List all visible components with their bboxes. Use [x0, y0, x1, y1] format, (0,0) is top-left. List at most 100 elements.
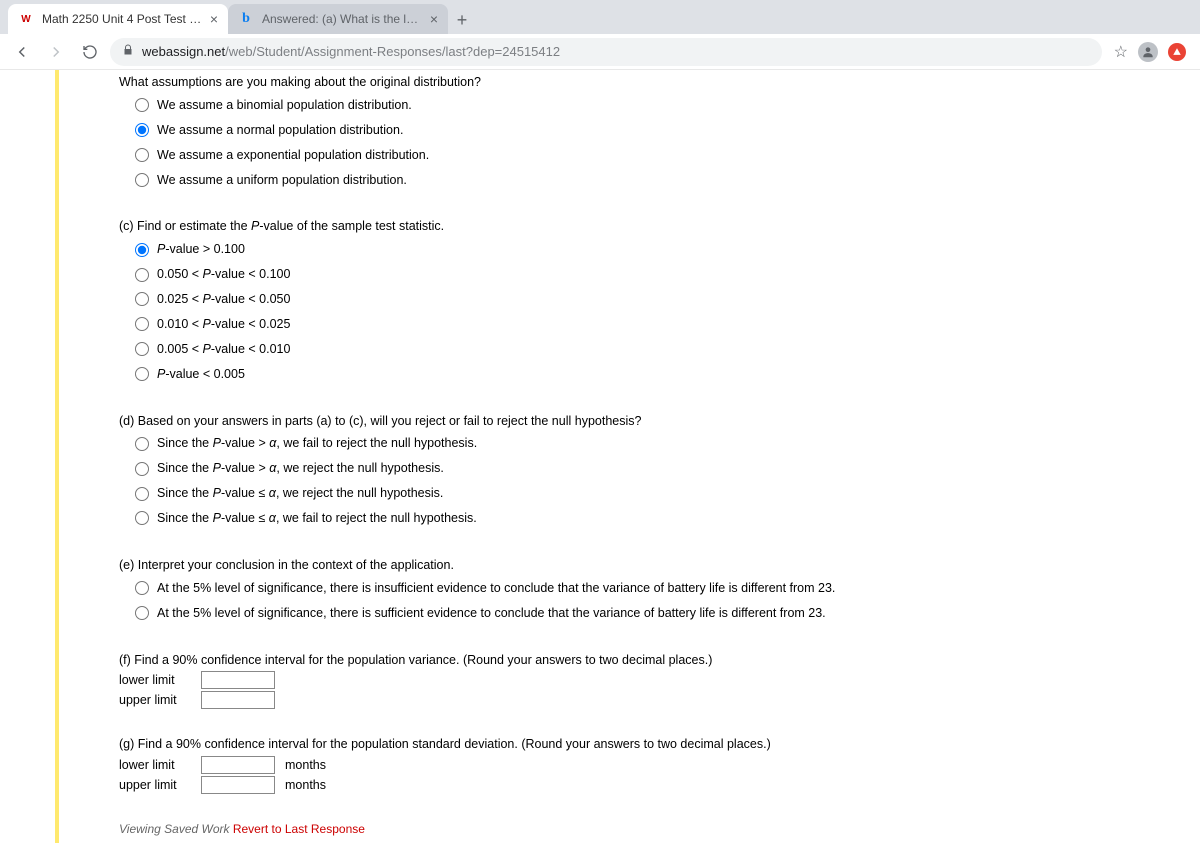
reload-button[interactable] [76, 38, 104, 66]
question-prompt: (g) Find a 90% confidence interval for t… [119, 736, 1200, 753]
radio-uniform[interactable] [135, 173, 149, 187]
radio-option[interactable]: 0.005 < P-value < 0.010 [119, 337, 1200, 362]
radio-option[interactable]: Since the P-value ≤ α, we reject the nul… [119, 481, 1200, 506]
unit-label: months [285, 777, 326, 794]
saved-work-footer: Viewing Saved Work Revert to Last Respon… [119, 805, 1200, 837]
upper-limit-label: upper limit [119, 777, 191, 794]
page-viewport: What assumptions are you making about th… [0, 70, 1200, 843]
url-path: /web/Student/Assignment-Responses/last?d… [225, 44, 560, 59]
radio-option[interactable]: Since the P-value > α, we reject the nul… [119, 456, 1200, 481]
viewing-saved-work-label: Viewing Saved Work [119, 822, 233, 836]
question-prompt: (c) Find or estimate the P-value of the … [119, 218, 1200, 235]
radio-pvalue-lt-005[interactable] [135, 367, 149, 381]
option-label: P-value > 0.100 [157, 241, 245, 258]
question-g: (g) Find a 90% confidence interval for t… [119, 736, 1200, 795]
radio-binomial[interactable] [135, 98, 149, 112]
option-label: At the 5% level of significance, there i… [157, 580, 835, 597]
option-label: We assume a normal population distributi… [157, 122, 403, 139]
radio-option[interactable]: At the 5% level of significance, there i… [119, 601, 1200, 626]
tab-bartleby[interactable]: b Answered: (a) What is the leve × [228, 4, 448, 34]
close-icon[interactable]: × [430, 12, 438, 26]
question-e: (e) Interpret your conclusion in the con… [119, 557, 1200, 626]
radio-exponential[interactable] [135, 148, 149, 162]
upper-limit-row: upper limit [119, 690, 1200, 710]
unit-label: months [285, 757, 326, 774]
radio-option[interactable]: 0.025 < P-value < 0.050 [119, 287, 1200, 312]
radio-reject-gt[interactable] [135, 462, 149, 476]
option-label: We assume a exponential population distr… [157, 147, 429, 164]
forward-button[interactable] [42, 38, 70, 66]
radio-option[interactable]: 0.050 < P-value < 0.100 [119, 262, 1200, 287]
revert-link[interactable]: Revert to Last Response [233, 822, 365, 836]
address-bar[interactable]: webassign.net/web/Student/Assignment-Res… [110, 38, 1102, 66]
option-label: 0.005 < P-value < 0.010 [157, 341, 290, 358]
question-prompt: What assumptions are you making about th… [119, 74, 1200, 91]
radio-fail-reject-gt[interactable] [135, 437, 149, 451]
profile-avatar[interactable] [1138, 42, 1158, 62]
lower-limit-row: lower limit months [119, 755, 1200, 775]
lower-limit-row: lower limit [119, 670, 1200, 690]
radio-option[interactable]: We assume a exponential population distr… [119, 143, 1200, 168]
question-assumptions: What assumptions are you making about th… [119, 74, 1200, 192]
option-label: Since the P-value ≤ α, we reject the nul… [157, 485, 443, 502]
radio-pvalue-050-100[interactable] [135, 268, 149, 282]
option-label: P-value < 0.005 [157, 366, 245, 383]
upper-limit-input[interactable] [201, 691, 275, 709]
option-label: Since the P-value > α, we fail to reject… [157, 435, 477, 452]
question-prompt: (d) Based on your answers in parts (a) t… [119, 413, 1200, 430]
left-gutter [0, 70, 55, 843]
option-label: Since the P-value > α, we reject the nul… [157, 460, 444, 477]
url-domain: webassign.net [142, 44, 225, 59]
option-label: 0.025 < P-value < 0.050 [157, 291, 290, 308]
radio-option[interactable]: At the 5% level of significance, there i… [119, 576, 1200, 601]
radio-insufficient-evidence[interactable] [135, 581, 149, 595]
bookmark-star-icon[interactable]: ☆ [1114, 42, 1128, 62]
upper-limit-input[interactable] [201, 776, 275, 794]
option-label: 0.010 < P-value < 0.025 [157, 316, 290, 333]
radio-option[interactable]: P-value < 0.005 [119, 362, 1200, 387]
radio-option[interactable]: P-value > 0.100 [119, 237, 1200, 262]
question-prompt: (f) Find a 90% confidence interval for t… [119, 652, 1200, 669]
question-f: (f) Find a 90% confidence interval for t… [119, 652, 1200, 711]
radio-option[interactable]: Since the P-value > α, we fail to reject… [119, 431, 1200, 456]
tab-title: Answered: (a) What is the leve [262, 12, 422, 26]
option-label: 0.050 < P-value < 0.100 [157, 266, 290, 283]
webassign-favicon: W [18, 11, 34, 27]
radio-fail-reject-le[interactable] [135, 511, 149, 525]
radio-pvalue-025-050[interactable] [135, 292, 149, 306]
extension-badge[interactable] [1168, 43, 1186, 61]
bartleby-favicon: b [238, 11, 254, 27]
browser-toolbar: webassign.net/web/Student/Assignment-Res… [0, 34, 1200, 70]
radio-pvalue-gt-100[interactable] [135, 243, 149, 257]
lower-limit-label: lower limit [119, 672, 191, 689]
option-label: We assume a binomial population distribu… [157, 97, 412, 114]
option-label: At the 5% level of significance, there i… [157, 605, 826, 622]
back-button[interactable] [8, 38, 36, 66]
radio-sufficient-evidence[interactable] [135, 606, 149, 620]
upper-limit-row: upper limit months [119, 775, 1200, 795]
radio-option[interactable]: We assume a uniform population distribut… [119, 168, 1200, 193]
close-icon[interactable]: × [210, 12, 218, 26]
radio-reject-le[interactable] [135, 487, 149, 501]
lower-limit-label: lower limit [119, 757, 191, 774]
option-label: Since the P-value ≤ α, we fail to reject… [157, 510, 477, 527]
radio-option[interactable]: 0.010 < P-value < 0.025 [119, 312, 1200, 337]
tab-math2250[interactable]: W Math 2250 Unit 4 Post Test Re × [8, 4, 228, 34]
new-tab-button[interactable]: + [448, 6, 476, 34]
lower-limit-input[interactable] [201, 756, 275, 774]
tab-strip: W Math 2250 Unit 4 Post Test Re × b Answ… [0, 0, 1200, 34]
radio-pvalue-005-010[interactable] [135, 342, 149, 356]
tab-title: Math 2250 Unit 4 Post Test Re [42, 12, 202, 26]
question-prompt: (e) Interpret your conclusion in the con… [119, 557, 1200, 574]
lock-icon [122, 44, 134, 59]
lower-limit-input[interactable] [201, 671, 275, 689]
assignment-content: What assumptions are you making about th… [59, 70, 1200, 843]
radio-pvalue-010-025[interactable] [135, 317, 149, 331]
radio-normal[interactable] [135, 123, 149, 137]
question-d: (d) Based on your answers in parts (a) t… [119, 413, 1200, 531]
radio-option[interactable]: We assume a binomial population distribu… [119, 93, 1200, 118]
question-c: (c) Find or estimate the P-value of the … [119, 218, 1200, 386]
radio-option[interactable]: We assume a normal population distributi… [119, 118, 1200, 143]
radio-option[interactable]: Since the P-value ≤ α, we fail to reject… [119, 506, 1200, 531]
upper-limit-label: upper limit [119, 692, 191, 709]
